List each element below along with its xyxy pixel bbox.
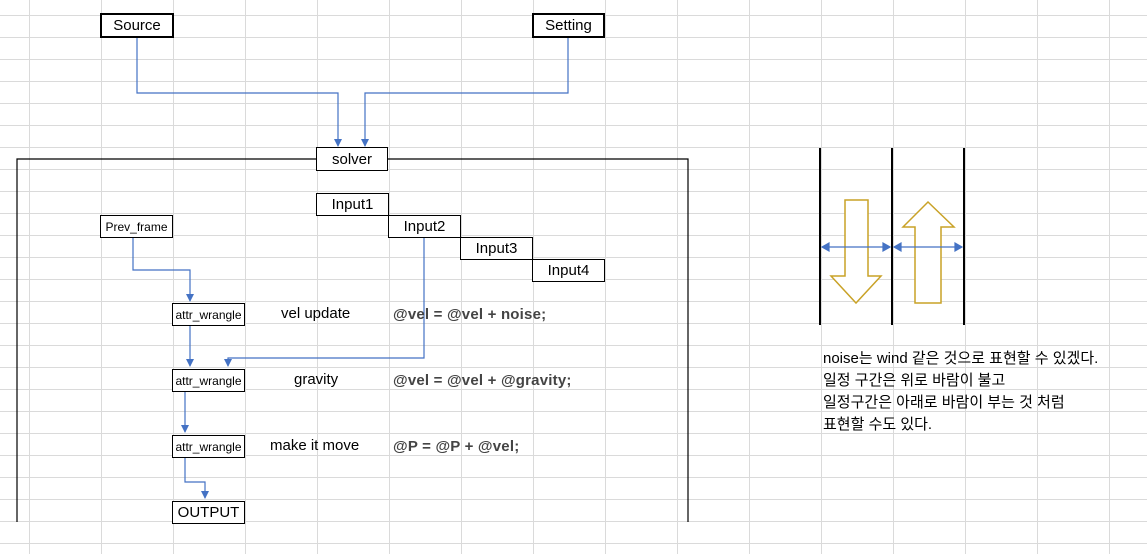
prev-frame-node[interactable]: Prev_frame	[100, 215, 173, 238]
step-label-vel-update: vel update	[281, 305, 351, 322]
up-arrow-icon	[901, 200, 956, 304]
connector-setting-solver	[361, 37, 569, 147]
note-line: 일정 구간은 위로 바람이 불고	[823, 372, 1006, 389]
note-line: 일정구간은 아래로 바람이 부는 것 처럼	[823, 394, 1065, 411]
input2-node[interactable]: Input2	[388, 215, 461, 238]
connector-prevframe-wrangle1	[132, 238, 194, 302]
step-code-gravity: @vel = @vel + @gravity;	[393, 372, 572, 389]
wind-width-arrowhead	[882, 241, 892, 253]
wind-illustration	[819, 148, 965, 325]
note-line: noise는 wind 같은 것으로 표현할 수 있겠다.	[823, 350, 1099, 367]
input1-node[interactable]: Input1	[316, 193, 389, 216]
wind-width-arrowhead	[892, 241, 902, 253]
step-label-make-it-move: make it move	[270, 437, 360, 454]
attr-wrangle-node-1[interactable]: attr_wrangle	[172, 303, 245, 326]
step-code-make-it-move: @P = @P + @vel;	[393, 438, 520, 455]
step-label-gravity: gravity	[294, 371, 339, 388]
solver-node[interactable]: solver	[316, 147, 388, 171]
wind-note: noise는 wind 같은 것으로 표현할 수 있겠다. 일정 구간은 위로 …	[823, 348, 1098, 436]
wind-width-arrowhead	[820, 241, 830, 253]
output-node[interactable]: OUTPUT	[172, 501, 245, 524]
setting-node[interactable]: Setting	[532, 13, 605, 38]
step-code-vel-update: @vel = @vel + noise;	[393, 306, 547, 323]
wind-width-arrowhead	[954, 241, 964, 253]
attr-wrangle-node-2[interactable]: attr_wrangle	[172, 369, 245, 392]
input4-node[interactable]: Input4	[532, 259, 605, 282]
connector-wrangle3-output	[184, 458, 209, 499]
note-line: 표현할 수도 있다.	[823, 416, 933, 433]
input3-node[interactable]: Input3	[460, 237, 533, 260]
connector-source-solver	[136, 37, 342, 147]
connector-input2-wrangle2	[224, 238, 425, 367]
down-arrow-icon	[829, 199, 883, 305]
attr-wrangle-node-3[interactable]: attr_wrangle	[172, 435, 245, 458]
source-node[interactable]: Source	[100, 13, 174, 38]
